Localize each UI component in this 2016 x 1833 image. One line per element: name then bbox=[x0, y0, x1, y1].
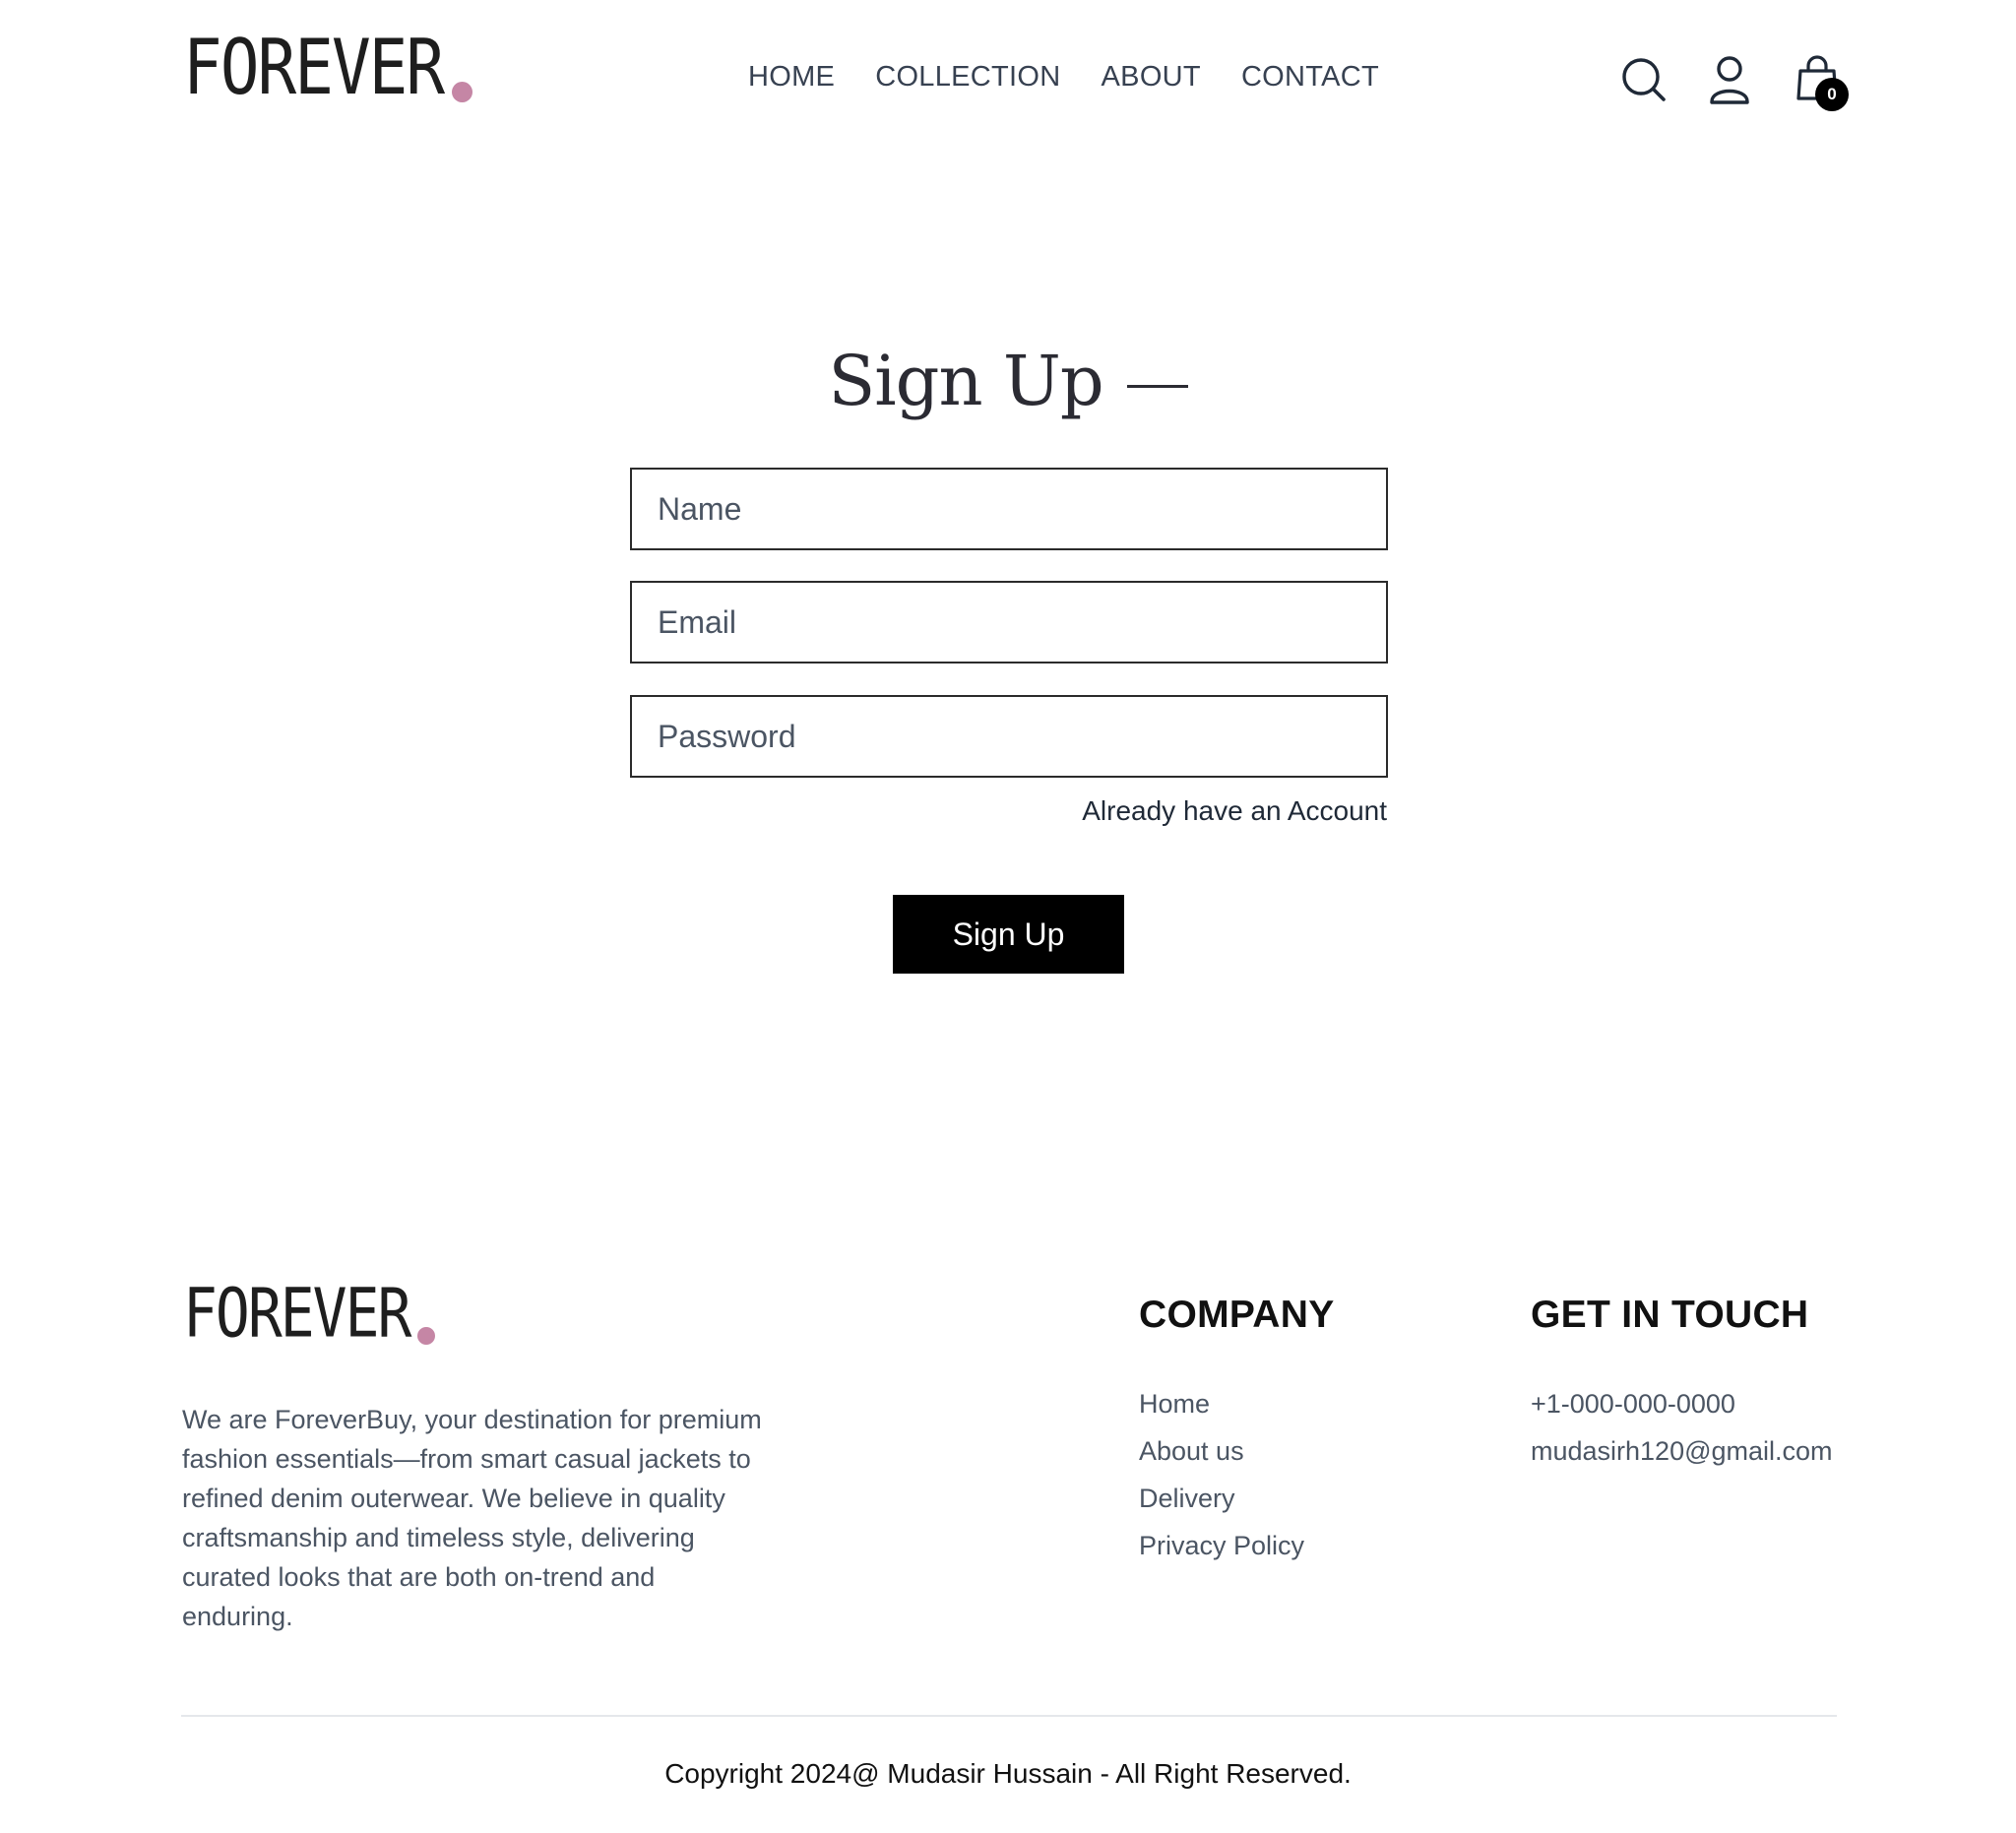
signup-button[interactable]: Sign Up bbox=[893, 895, 1124, 974]
footer-link-delivery[interactable]: Delivery bbox=[1139, 1475, 1304, 1522]
nav-link-about[interactable]: ABOUT bbox=[1102, 61, 1201, 94]
footer-email: mudasirh120@gmail.com bbox=[1531, 1436, 1833, 1466]
footer-link-privacy-policy[interactable]: Privacy Policy bbox=[1139, 1522, 1304, 1569]
site-header: FOREVER HOME COLLECTION ABOUT CONTACT 0 bbox=[0, 0, 2016, 161]
page-title: Sign Up bbox=[828, 341, 1188, 421]
footer-contact-list: +1-000-000-0000 mudasirh120@gmail.com bbox=[1531, 1380, 1833, 1475]
footer-brand-logo[interactable]: FOREVER bbox=[183, 1280, 436, 1347]
main-nav: HOME COLLECTION ABOUT CONTACT bbox=[748, 61, 1379, 94]
footer-link-about[interactable]: About us bbox=[1139, 1427, 1304, 1475]
search-icon bbox=[1622, 58, 1666, 101]
footer-company-heading: COMPANY bbox=[1139, 1294, 1335, 1336]
profile-button[interactable] bbox=[1708, 55, 1751, 106]
page-title-text: Sign Up bbox=[828, 341, 1103, 421]
footer-contact-heading: GET IN TOUCH bbox=[1531, 1294, 1809, 1336]
name-input[interactable] bbox=[630, 468, 1388, 550]
password-input[interactable] bbox=[630, 695, 1388, 778]
cart-count-badge: 0 bbox=[1815, 78, 1849, 111]
login-link[interactable]: Already have an Account bbox=[984, 795, 1387, 827]
footer-link-home[interactable]: Home bbox=[1139, 1380, 1304, 1427]
signup-title-row: Sign Up bbox=[0, 341, 2016, 421]
brand-logo-dot bbox=[452, 82, 473, 102]
user-icon bbox=[1710, 56, 1749, 104]
nav-link-collection[interactable]: COLLECTION bbox=[875, 61, 1060, 94]
title-decorative-dash bbox=[1126, 384, 1188, 388]
footer-brand-logo-text: FOREVER bbox=[183, 1273, 411, 1353]
copyright-text: Copyright 2024@ Mudasir Hussain - All Ri… bbox=[664, 1758, 1352, 1789]
footer-company-links: Home About us Delivery Privacy Policy bbox=[1139, 1380, 1304, 1569]
nav-link-home[interactable]: HOME bbox=[748, 61, 835, 94]
footer-brand-logo-dot bbox=[417, 1327, 436, 1345]
footer-about-text: We are ForeverBuy, your destination for … bbox=[182, 1405, 762, 1631]
search-button[interactable] bbox=[1621, 57, 1667, 102]
email-input[interactable] bbox=[630, 581, 1388, 664]
footer-phone: +1-000-000-0000 bbox=[1531, 1389, 1735, 1419]
footer-divider bbox=[181, 1715, 1837, 1717]
nav-link-contact[interactable]: CONTACT bbox=[1241, 61, 1379, 94]
brand-logo[interactable]: FOREVER bbox=[183, 30, 473, 106]
brand-logo-text: FOREVER bbox=[183, 23, 445, 112]
